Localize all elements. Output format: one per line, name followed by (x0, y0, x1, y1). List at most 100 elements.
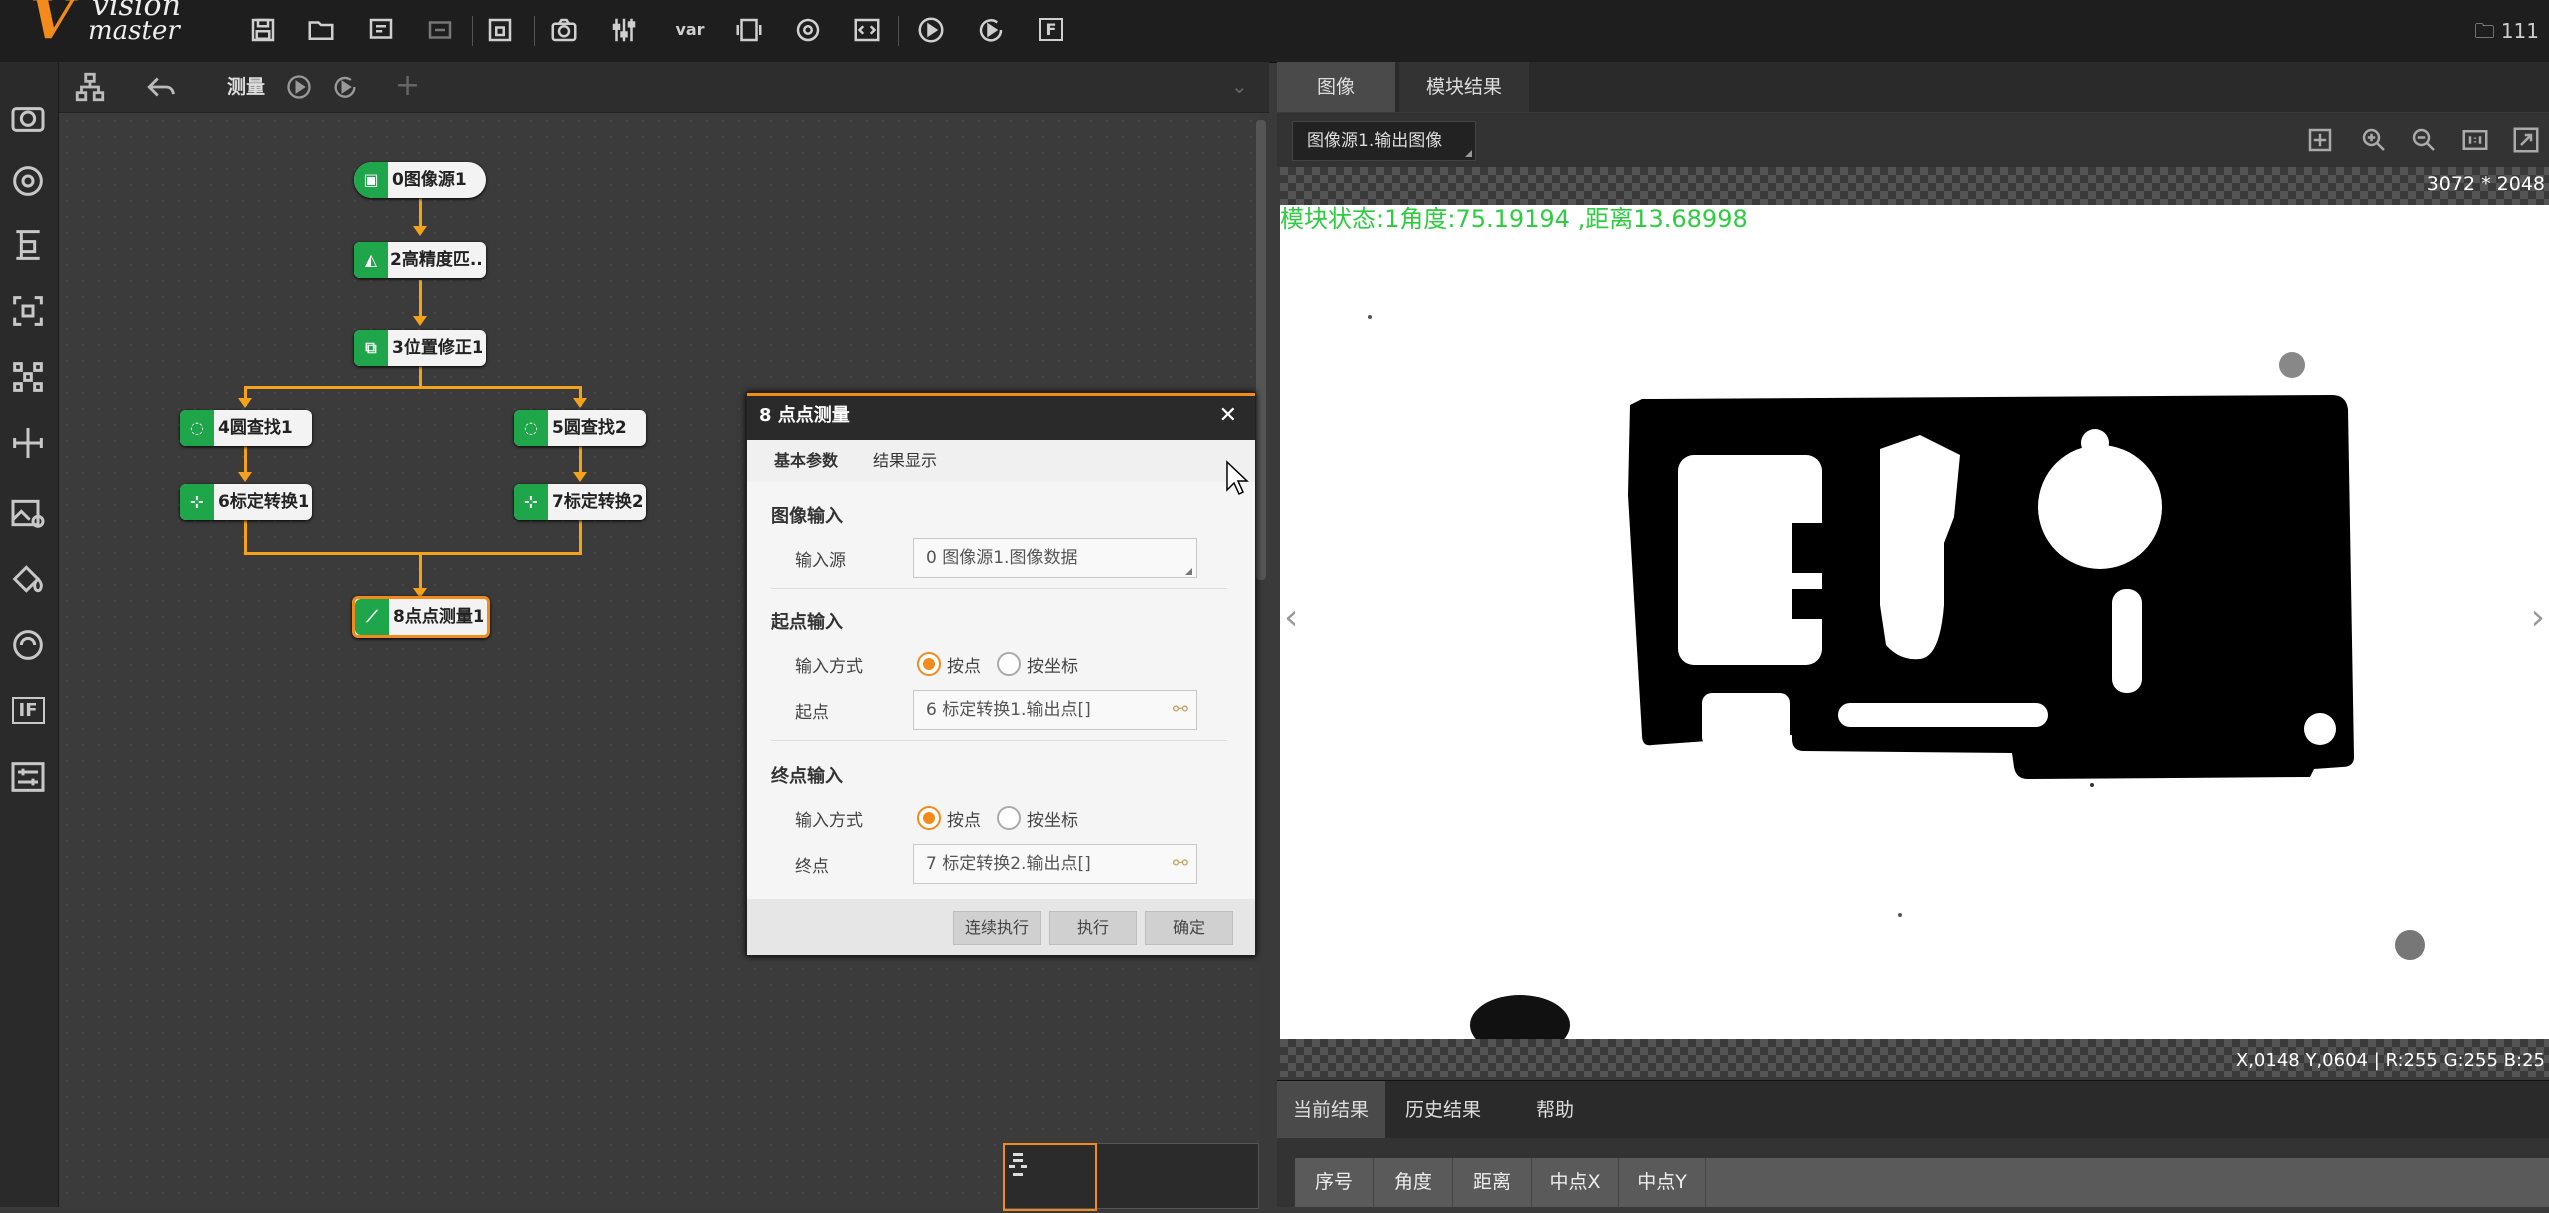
back-icon[interactable] (145, 70, 179, 104)
calibrate-icon[interactable] (5, 354, 51, 400)
start-mode-coord-radio[interactable] (997, 652, 1021, 676)
link-icon[interactable]: ⚯ (1161, 691, 1188, 729)
image-source-select[interactable]: 图像源1.输出图像 (1292, 121, 1476, 161)
image-viewer[interactable]: 模块状态:1角度:75.19194 ,距离13.68998 3072 * 204… (1280, 167, 2549, 1077)
align-icon[interactable] (5, 420, 51, 466)
section-start-input: 起点输入 (771, 612, 843, 633)
settings-icon[interactable] (5, 754, 51, 800)
lock-icon[interactable] (483, 12, 517, 48)
flow-wire (244, 386, 582, 389)
confirm-button[interactable]: 确定 (1145, 911, 1233, 945)
logic-if-icon[interactable]: IF (5, 688, 51, 734)
device-icon[interactable] (732, 12, 766, 48)
input-source-field[interactable]: 0 图像源1.图像数据 (913, 538, 1197, 578)
save-icon[interactable] (246, 12, 280, 48)
open-folder-icon[interactable] (304, 12, 338, 48)
function-icon[interactable]: F (1034, 12, 1068, 48)
col-index[interactable]: 序号 (1295, 1158, 1374, 1207)
start-point-field[interactable]: 6 标定转换1.输出点[] ⚯ (913, 690, 1197, 730)
flow-tree-icon[interactable] (73, 70, 107, 104)
save-as-icon[interactable] (364, 12, 398, 48)
tab-image[interactable]: 图像 (1277, 62, 1395, 112)
import-icon[interactable] (423, 12, 457, 48)
run-once-icon[interactable] (914, 12, 948, 48)
tool-sidebar: IF (0, 62, 59, 1207)
flow-scrollbar[interactable] (1256, 120, 1266, 580)
chevron-down-icon[interactable]: ⌄ (1231, 74, 1248, 98)
flow-wire (244, 520, 247, 555)
next-image-icon[interactable]: › (2531, 597, 2545, 638)
end-mode-point-label: 按点 (947, 811, 981, 831)
fullscreen-icon[interactable] (2511, 125, 2541, 155)
fit-icon[interactable] (2305, 125, 2335, 155)
variable-icon[interactable]: var (673, 12, 707, 48)
toolbar-separator (472, 16, 473, 46)
tab-current-result[interactable]: 当前结果 (1277, 1081, 1385, 1139)
result-tabs: 当前结果 历史结果 帮助 (1277, 1080, 2549, 1139)
folder-icon: 🗀 (2474, 19, 2495, 43)
image-process-icon[interactable] (5, 490, 51, 536)
execute-button[interactable]: 执行 (1049, 911, 1137, 945)
script-icon[interactable] (850, 12, 884, 48)
flow-node-calib-2[interactable]: ⊹ 7标定转换2 (514, 484, 646, 520)
run-loop-icon[interactable] (331, 73, 359, 101)
dialog-tabs: 基本参数 结果显示 (747, 440, 1255, 485)
project-indicator[interactable]: 🗀 111 (2474, 14, 2539, 48)
camera-icon[interactable] (5, 94, 51, 140)
col-distance[interactable]: 距离 (1453, 1158, 1532, 1207)
circle-find-icon: ◌ (514, 410, 548, 446)
zoom-in-icon[interactable] (2359, 125, 2389, 155)
dialog-titlebar[interactable]: 8 点点测量 ✕ (747, 393, 1255, 440)
sliders-icon[interactable] (607, 12, 641, 48)
tab-help[interactable]: 帮助 (1501, 1081, 1609, 1139)
run-loop-icon[interactable] (974, 12, 1008, 48)
col-mid-y[interactable]: 中点Y (1619, 1158, 1706, 1207)
tab-basic-params[interactable]: 基本参数 (753, 440, 859, 485)
prev-image-icon[interactable]: ‹ (1284, 597, 1298, 638)
flow-node-calib-1[interactable]: ⊹ 6标定转换1 (180, 484, 312, 520)
zoom-out-icon[interactable] (2409, 125, 2439, 155)
close-icon[interactable]: ✕ (1219, 396, 1237, 436)
logo-line2: master (88, 16, 180, 46)
locate-icon[interactable] (5, 158, 51, 204)
tab-module-result[interactable]: 模块结果 (1399, 62, 1529, 112)
result-table: 序号 角度 距离 中点X 中点Y (1277, 1138, 2549, 1207)
start-mode-label: 输入方式 (795, 657, 863, 677)
end-mode-point-radio[interactable] (917, 806, 941, 830)
end-mode-coord-radio[interactable] (997, 806, 1021, 830)
color-icon[interactable] (5, 556, 51, 602)
flow-node-circle-find-1[interactable]: ◌ 4圆查找1 (180, 410, 312, 446)
add-tab-icon[interactable]: + (395, 68, 420, 103)
flow-node-circle-find-2[interactable]: ◌ 5圆查找2 (514, 410, 646, 446)
start-mode-coord-label: 按坐标 (1027, 657, 1078, 677)
minimap-viewport[interactable] (1003, 1143, 1097, 1211)
dialog-footer: 连续执行 执行 确定 (747, 899, 1255, 955)
run-once-icon[interactable] (285, 73, 313, 101)
flow-node-point-measure[interactable]: ⟋ 8点点测量1 (352, 596, 490, 638)
flow-node-position-fix[interactable]: ⧉ 3位置修正1 (354, 330, 486, 366)
tab-measure[interactable]: 测量 (227, 62, 265, 112)
flow-arrow (413, 226, 427, 236)
col-mid-x[interactable]: 中点X (1532, 1158, 1619, 1207)
crop-icon[interactable] (5, 288, 51, 334)
calibrate-icon: ⊹ (180, 484, 214, 520)
start-mode-point-radio[interactable] (917, 652, 941, 676)
continuous-run-button[interactable]: 连续执行 (953, 911, 1041, 945)
col-angle[interactable]: 角度 (1374, 1158, 1453, 1207)
actual-size-icon[interactable] (2460, 125, 2490, 155)
measure-icon[interactable] (5, 222, 51, 268)
link-icon: ⧉ (354, 330, 388, 366)
defect-icon[interactable] (5, 622, 51, 668)
end-mode-coord-label: 按坐标 (1027, 811, 1078, 831)
tab-history-result[interactable]: 历史结果 (1389, 1081, 1497, 1139)
match-icon: ◭ (354, 242, 388, 278)
tab-result-display[interactable]: 结果显示 (873, 440, 973, 482)
link-icon[interactable]: ⚯ (1161, 845, 1188, 883)
point-measure-dialog: 8 点点测量 ✕ 基本参数 结果显示 图像输入 输入源 0 图像源1.图像数据 … (746, 392, 1256, 956)
end-point-field[interactable]: 7 标定转换2.输出点[] ⚯ (913, 844, 1197, 884)
flow-node-image-source[interactable]: ▣ 0图像源1 (354, 162, 486, 198)
communication-icon[interactable] (791, 12, 825, 48)
camera-icon[interactable] (547, 12, 581, 48)
input-source-label: 输入源 (795, 551, 846, 571)
flow-node-match[interactable]: ◭ 2高精度匹... (354, 242, 486, 278)
